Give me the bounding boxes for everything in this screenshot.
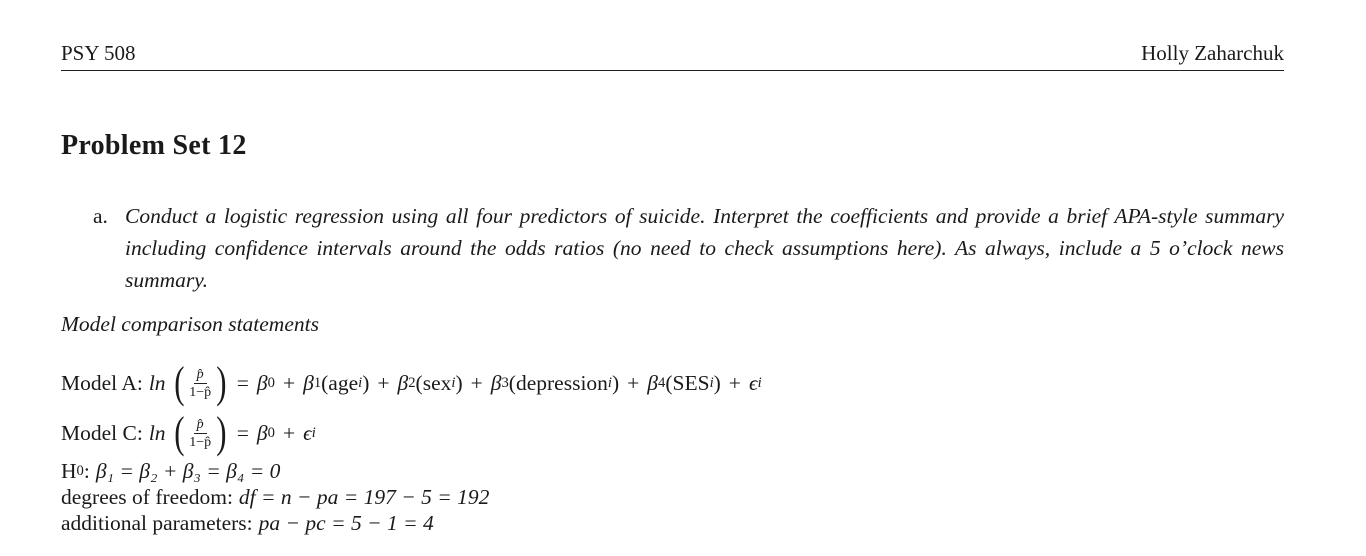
term-sex: sex	[422, 370, 452, 395]
term-age: age	[328, 370, 359, 395]
model-statements: Model A: ln ( p̂ 1−p̂ ) = β0 + β 1(age i) …	[61, 358, 762, 536]
question-marker: a.	[93, 204, 108, 228]
model-c-equation: Model C: ln ( p̂ 1−p̂ ) = β0 + ϵi	[61, 408, 316, 457]
model-c-ln: ln	[148, 420, 166, 445]
model-c-odds-fraction: p̂ 1−p̂	[187, 416, 213, 451]
section-subheading: Model comparison statements	[61, 312, 319, 336]
model-a-odds-fraction: p̂ 1−p̂	[187, 366, 213, 401]
model-a-frac-den: 1−p̂	[189, 384, 212, 400]
df-expression: df = n − pa = 197 − 5 = 192	[238, 484, 490, 509]
model-a-error: ϵ	[748, 370, 758, 395]
question-item: a. Conduct a logistic regression using a…	[93, 200, 1284, 296]
model-a-frac-num: p̂	[193, 366, 207, 384]
page-title: Problem Set 12	[61, 130, 247, 161]
model-c-label: Model C:	[61, 420, 143, 445]
model-a-ln: ln	[148, 370, 166, 395]
additional-parameters: additional parameters: pa − pc = 5 − 1 =…	[61, 510, 762, 536]
additional-parameters-expression: pa − pc = 5 − 1 = 4	[258, 510, 434, 535]
term-ses: SES	[672, 370, 710, 395]
model-a-equation: Model A: ln ( p̂ 1−p̂ ) = β0 + β 1(age i) …	[61, 358, 762, 407]
null-hypothesis-expression: β₁ = β₂ + β₃ = β₄ = 0	[95, 458, 281, 483]
question-text: Conduct a logistic regression using all …	[125, 204, 1284, 292]
course-code: PSY 508	[61, 41, 136, 65]
model-c-frac-den: 1−p̂	[189, 434, 212, 450]
model-c-frac-num: p̂	[193, 416, 207, 434]
term-depression: depression	[515, 370, 608, 395]
null-hypothesis: H0: β₁ = β₂ + β₃ = β₄ = 0	[61, 458, 281, 483]
page-header: PSY 508 Holly Zaharchuk	[61, 36, 1284, 71]
null-hypothesis-label: H	[61, 458, 77, 483]
model-a-label: Model A:	[61, 370, 143, 395]
df-label: degrees of freedom:	[61, 484, 233, 509]
additional-parameters-label: additional parameters:	[61, 510, 253, 535]
author-name: Holly Zaharchuk	[1141, 41, 1284, 65]
document-page: PSY 508 Holly Zaharchuk Problem Set 12 a…	[0, 0, 1366, 556]
degrees-of-freedom: degrees of freedom: df = n − pa = 197 − …	[61, 484, 762, 510]
